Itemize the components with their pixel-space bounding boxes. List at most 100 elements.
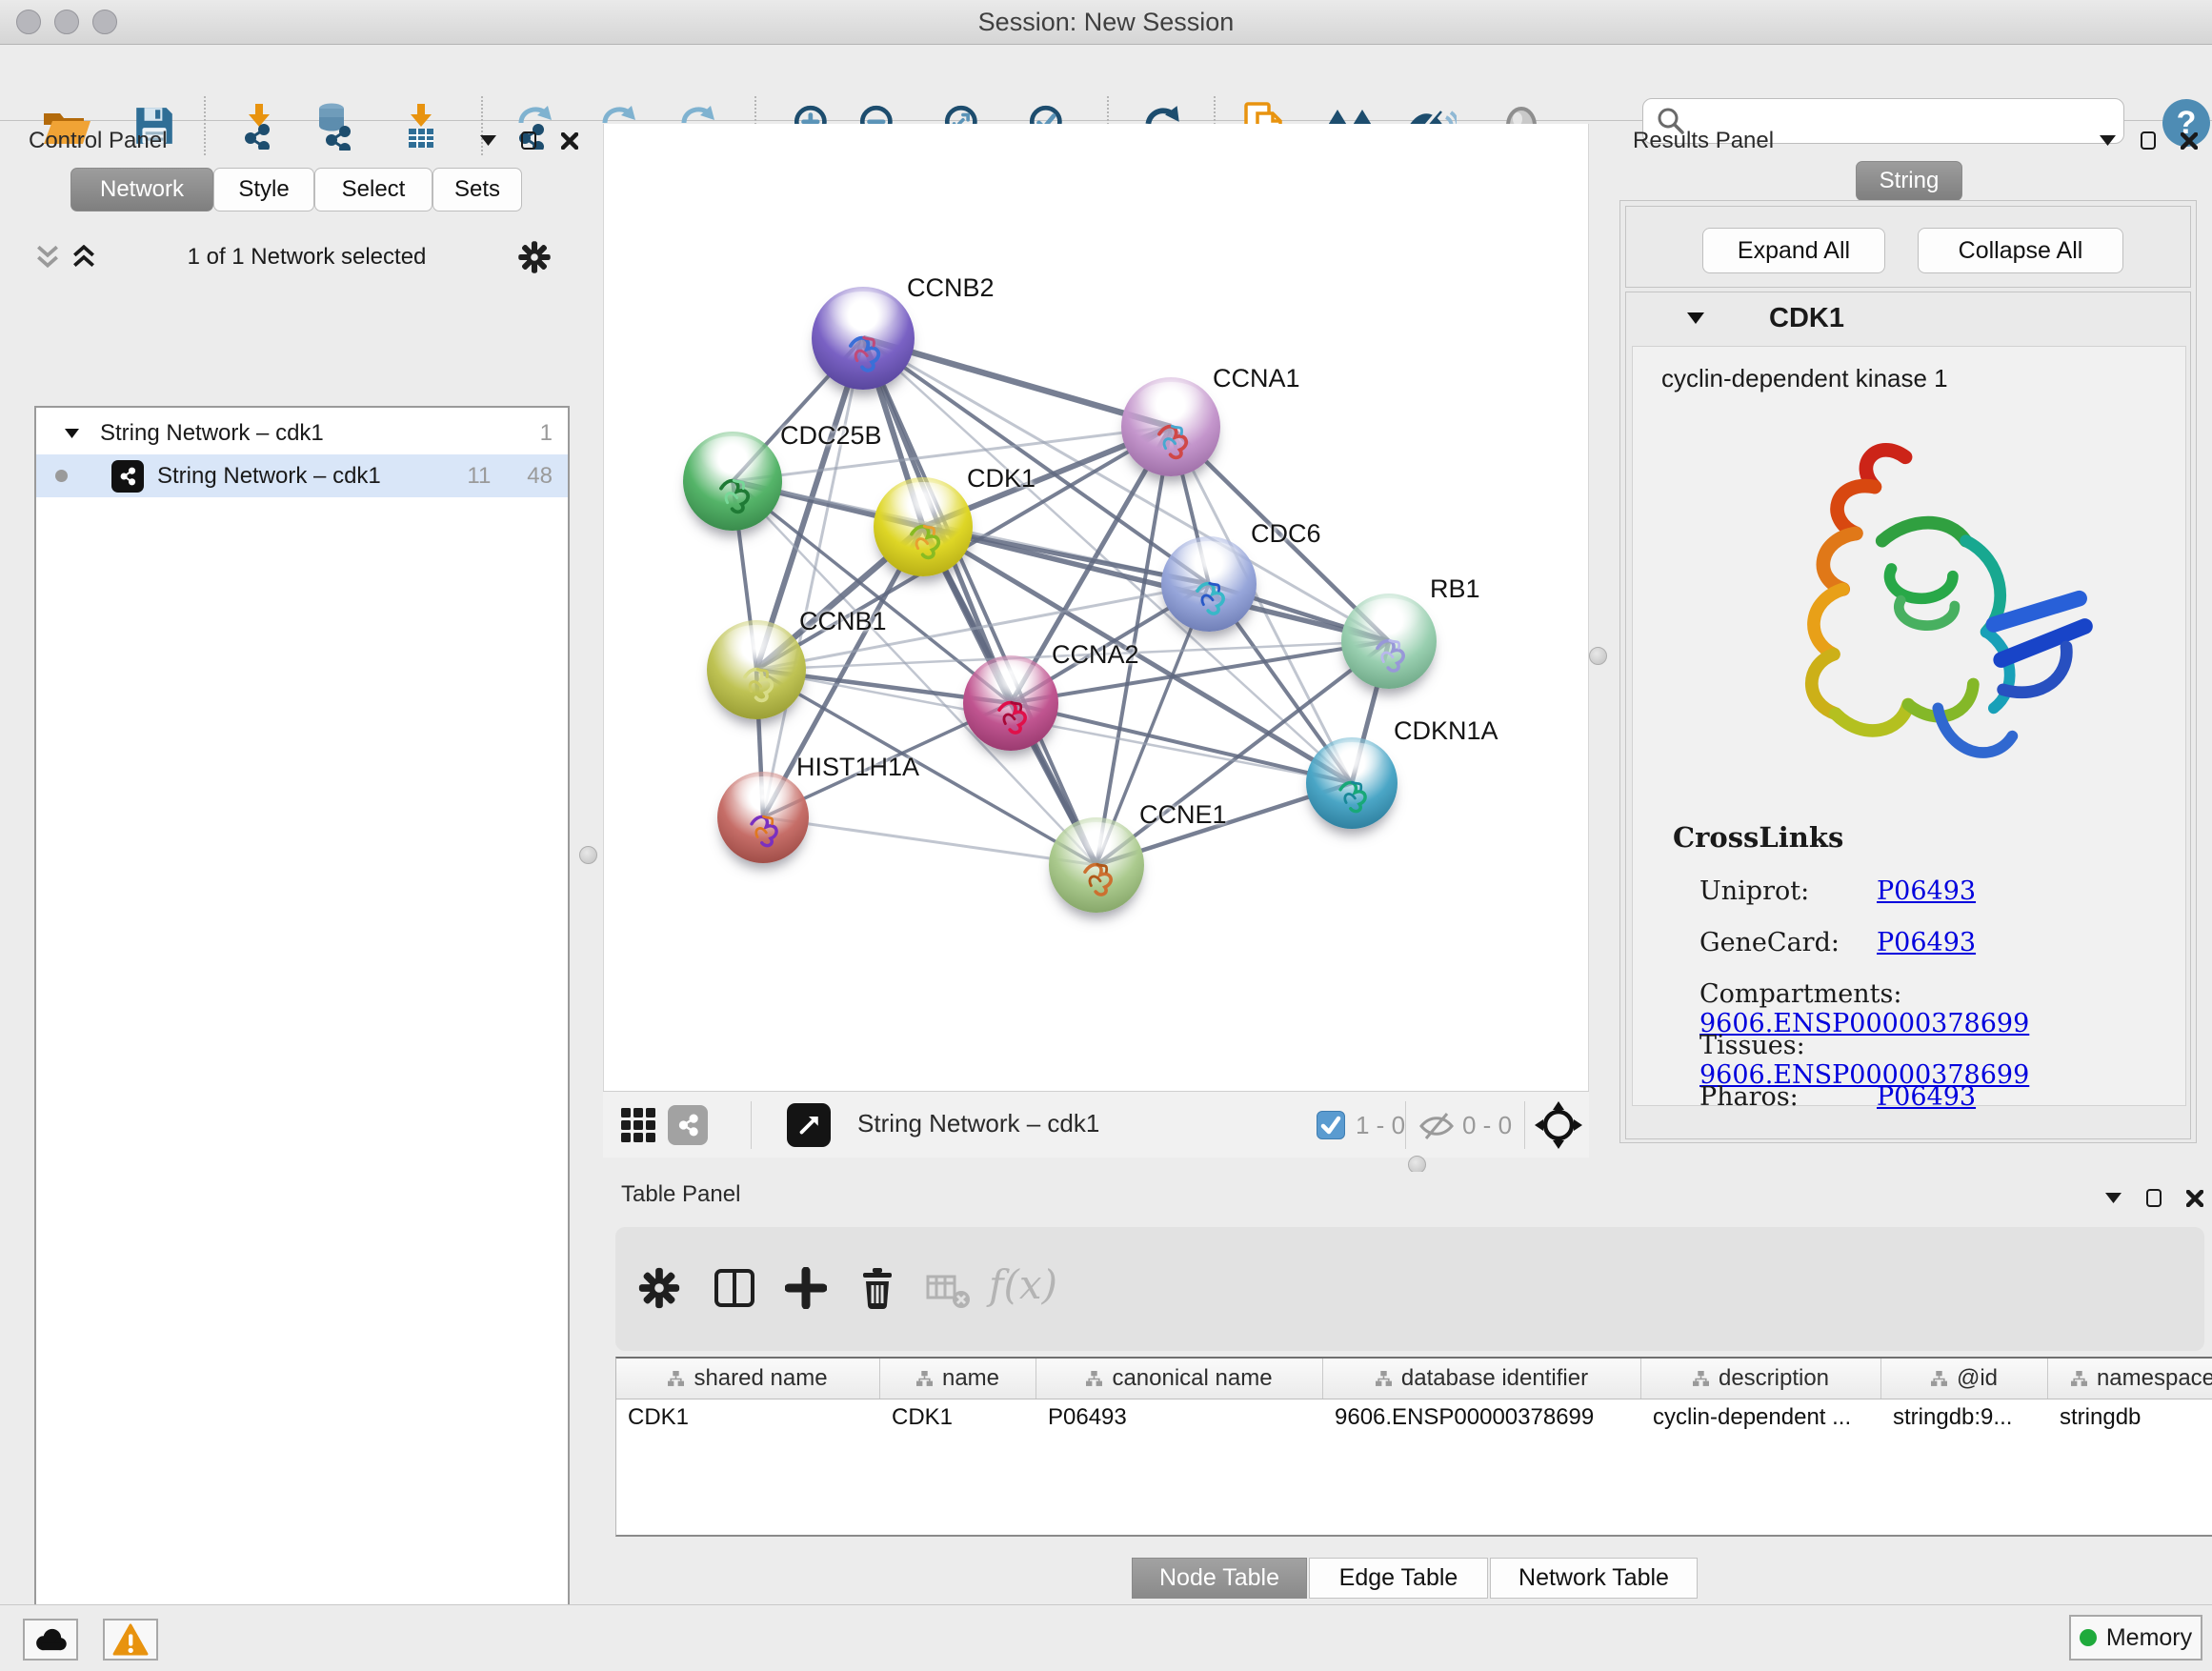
panel-menu-icon[interactable] [2100, 135, 2116, 146]
table-settings-gear-icon[interactable] [636, 1265, 682, 1311]
collapse-all-button[interactable]: Collapse All [1918, 228, 2123, 273]
node-gloss [721, 625, 793, 667]
network-view-share-icon[interactable] [668, 1105, 708, 1145]
network-node-CDKN1A[interactable] [1306, 737, 1398, 829]
tab-network[interactable]: Network [70, 168, 213, 211]
crosslink-row: Pharos:P06493 [1699, 1082, 1976, 1112]
tab-network-table[interactable]: Network Table [1490, 1558, 1698, 1599]
protein-description: cyclin-dependent kinase 1 [1661, 364, 1948, 393]
warnings-button[interactable] [103, 1619, 158, 1661]
tab-string[interactable]: String [1856, 161, 1962, 201]
table-cell[interactable]: CDK1 [616, 1399, 880, 1437]
network-node-CCNA1[interactable] [1121, 377, 1220, 476]
right-splitter-handle[interactable] [1589, 647, 1607, 665]
results-panel-window-buttons [2100, 131, 2198, 150]
node-gloss [1136, 382, 1207, 424]
column-header-canonical-name[interactable]: canonical name [1036, 1359, 1323, 1399]
panel-close-icon[interactable] [561, 132, 578, 150]
node-gloss [730, 776, 795, 815]
expand-all-button[interactable]: Expand All [1702, 228, 1885, 273]
crosslink-link[interactable]: P06493 [1877, 928, 1976, 957]
tab-select[interactable]: Select [314, 168, 432, 211]
crosslink-link[interactable]: P06493 [1877, 876, 1976, 906]
network-options-gear-icon[interactable] [516, 239, 553, 275]
detach-view-icon[interactable] [787, 1103, 831, 1147]
table-panel: Table Panel [603, 1172, 2212, 1603]
column-header-shared-name[interactable]: shared name [616, 1359, 880, 1399]
table-cell[interactable]: cyclin-dependent ... [1641, 1399, 1881, 1437]
expand-all-icon[interactable] [70, 245, 97, 270]
node-gloss [826, 292, 900, 334]
network-node-CCNE1[interactable] [1049, 817, 1144, 913]
panel-menu-icon[interactable] [480, 135, 496, 146]
crosslink-row: Compartments:9606.ENSP00000378699 [1699, 979, 2185, 1038]
panel-float-icon[interactable] [2141, 131, 2156, 150]
column-header--id[interactable]: @id [1881, 1359, 2048, 1399]
table-cell[interactable]: stringdb:9... [1881, 1399, 2048, 1437]
cloud-button[interactable] [23, 1619, 78, 1661]
tab-edge-table[interactable]: Edge Table [1309, 1558, 1488, 1599]
network-canvas[interactable]: CCNB2 CCNA1 CDC25B CDK1 CDC6 RB1 CCNB1 C… [603, 124, 1589, 1091]
network-node-HIST1H1A[interactable] [717, 772, 809, 863]
delete-table-icon [926, 1273, 972, 1311]
crosslink-label: GeneCard: [1699, 928, 1877, 957]
window-title: Session: New Session [0, 8, 2212, 37]
section-title: CDK1 [1769, 303, 1844, 334]
section-expander-icon[interactable] [1687, 312, 1704, 324]
panel-close-icon[interactable] [2186, 1190, 2203, 1207]
column-header-namespace[interactable]: namespace [2048, 1359, 2212, 1399]
show-columns-icon[interactable] [713, 1267, 756, 1309]
tab-style[interactable]: Style [213, 168, 314, 211]
tab-node-table[interactable]: Node Table [1132, 1558, 1307, 1599]
table-cell[interactable]: P06493 [1036, 1399, 1323, 1437]
control-panel-window-buttons [480, 131, 578, 150]
left-splitter-handle[interactable] [579, 846, 597, 864]
panel-close-icon[interactable] [2181, 132, 2198, 150]
cdk1-section-header[interactable]: CDK1 [1626, 292, 2190, 344]
panel-float-icon[interactable] [521, 131, 536, 150]
selected-checkbox-icon[interactable] [1317, 1111, 1345, 1139]
protein-structure-image [1715, 396, 2105, 815]
tree-expander-icon[interactable] [65, 429, 79, 438]
node-label-CCNB2: CCNB2 [907, 273, 995, 303]
table-row[interactable]: CDK1CDK1P064939606.ENSP00000378699cyclin… [616, 1399, 2212, 1437]
column-label: namespace [2097, 1365, 2212, 1392]
add-column-icon[interactable] [785, 1267, 827, 1309]
network-collection-row[interactable]: String Network – cdk1 1 [36, 412, 568, 454]
nodes-layer: CCNB2 CCNA1 CDC25B CDK1 CDC6 RB1 CCNB1 C… [604, 124, 1589, 1091]
memory-button[interactable]: Memory [2069, 1615, 2202, 1661]
network-node-CCNB2[interactable] [812, 287, 915, 390]
column-header-name[interactable]: name [880, 1359, 1036, 1399]
crosslink-link[interactable]: P06493 [1877, 1082, 1976, 1112]
pan-crosshair-icon[interactable] [1534, 1100, 1583, 1150]
column-header-database-identifier[interactable]: database identifier [1323, 1359, 1641, 1399]
network-node-CDC25B[interactable] [683, 432, 782, 531]
network-node-RB1[interactable] [1341, 594, 1437, 689]
network-node-CCNA2[interactable] [963, 655, 1058, 751]
collapse-all-icon[interactable] [34, 245, 61, 270]
control-panel-title: Control Panel [29, 128, 167, 154]
edge-count: 48 [527, 463, 553, 490]
crosslinks-title: CrossLinks [1673, 821, 1843, 854]
network-node-CDK1[interactable] [874, 477, 973, 576]
table-cell[interactable]: 9606.ENSP00000378699 [1323, 1399, 1641, 1437]
grid-view-icon[interactable] [619, 1106, 657, 1144]
network-row-selected[interactable]: String Network – cdk1 11 48 [36, 454, 568, 497]
node-label-CDK1: CDK1 [967, 464, 1036, 493]
column-header-description[interactable]: description [1641, 1359, 1881, 1399]
delete-column-trash-icon[interactable] [855, 1265, 899, 1311]
hidden-count: 0 - 0 [1462, 1111, 1512, 1140]
table-cell[interactable]: CDK1 [880, 1399, 1036, 1437]
table-cell[interactable]: stringdb [2048, 1399, 2212, 1437]
node-label-CCNA2: CCNA2 [1052, 640, 1139, 670]
network-node-CDC6[interactable] [1161, 536, 1257, 632]
panel-float-icon[interactable] [2146, 1189, 2162, 1207]
node-gloss [1175, 541, 1243, 581]
panel-menu-icon[interactable] [2105, 1193, 2122, 1203]
application-window: Session: New Session [0, 0, 2212, 1671]
column-label: @id [1957, 1365, 1998, 1392]
tab-sets[interactable]: Sets [432, 168, 522, 211]
results-panel-title: Results Panel [1633, 128, 1774, 154]
network-node-CCNB1[interactable] [707, 620, 806, 719]
memory-status-icon [2080, 1629, 2097, 1646]
